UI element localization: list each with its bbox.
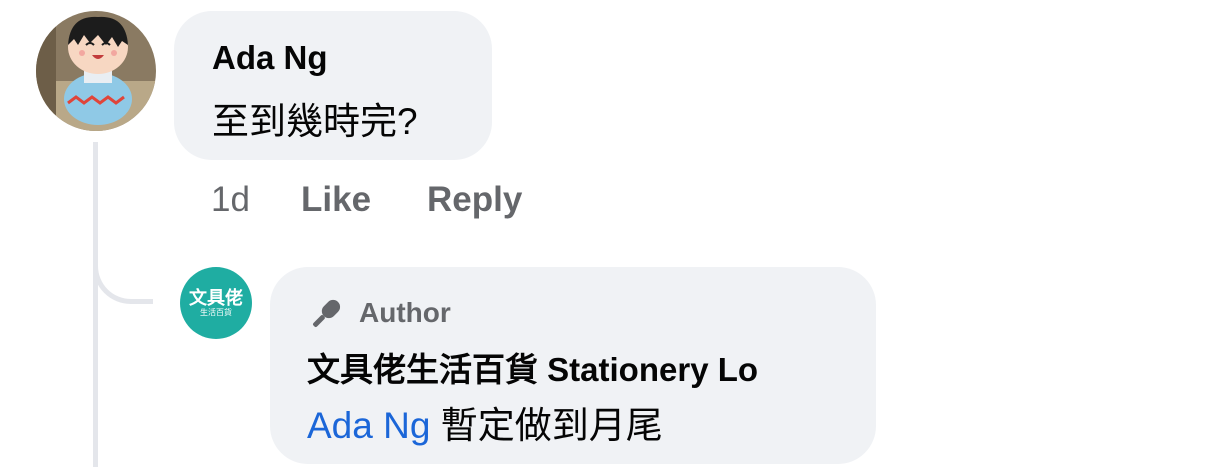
reply-message: 暫定做到月尾 (440, 405, 663, 446)
like-button[interactable]: Like (301, 180, 371, 220)
page-avatar-logo: 文具佬 (189, 288, 243, 308)
author-badge-label: Author (359, 297, 451, 328)
comment-timestamp[interactable]: 1d (211, 180, 250, 220)
avatar[interactable] (36, 11, 156, 131)
comment-text: 至到幾時完? (212, 101, 418, 142)
mention-link[interactable]: Ada Ng (307, 405, 430, 446)
page-avatar-logo-sub: 生活百貨 (200, 308, 232, 317)
microphone-icon (313, 299, 341, 327)
reply-text: Ada Ng 暫定做到月尾 (307, 395, 663, 449)
comment-bubble: Ada Ng 至到幾時完? (174, 11, 492, 160)
comment-author-name[interactable]: Ada Ng (212, 39, 328, 77)
reply-author-name[interactable]: 文具佬生活百貨 Stationery Lo (307, 343, 867, 391)
thread-connector-line (93, 142, 98, 467)
reply-bubble: Author 文具佬生活百貨 Stationery Lo Ada Ng 暫定做到… (270, 267, 876, 464)
avatar-image (36, 11, 156, 131)
thread-connector-curve (93, 236, 153, 304)
reply-button[interactable]: Reply (427, 180, 522, 220)
page-avatar[interactable]: 文具佬 生活百貨 (180, 267, 252, 339)
